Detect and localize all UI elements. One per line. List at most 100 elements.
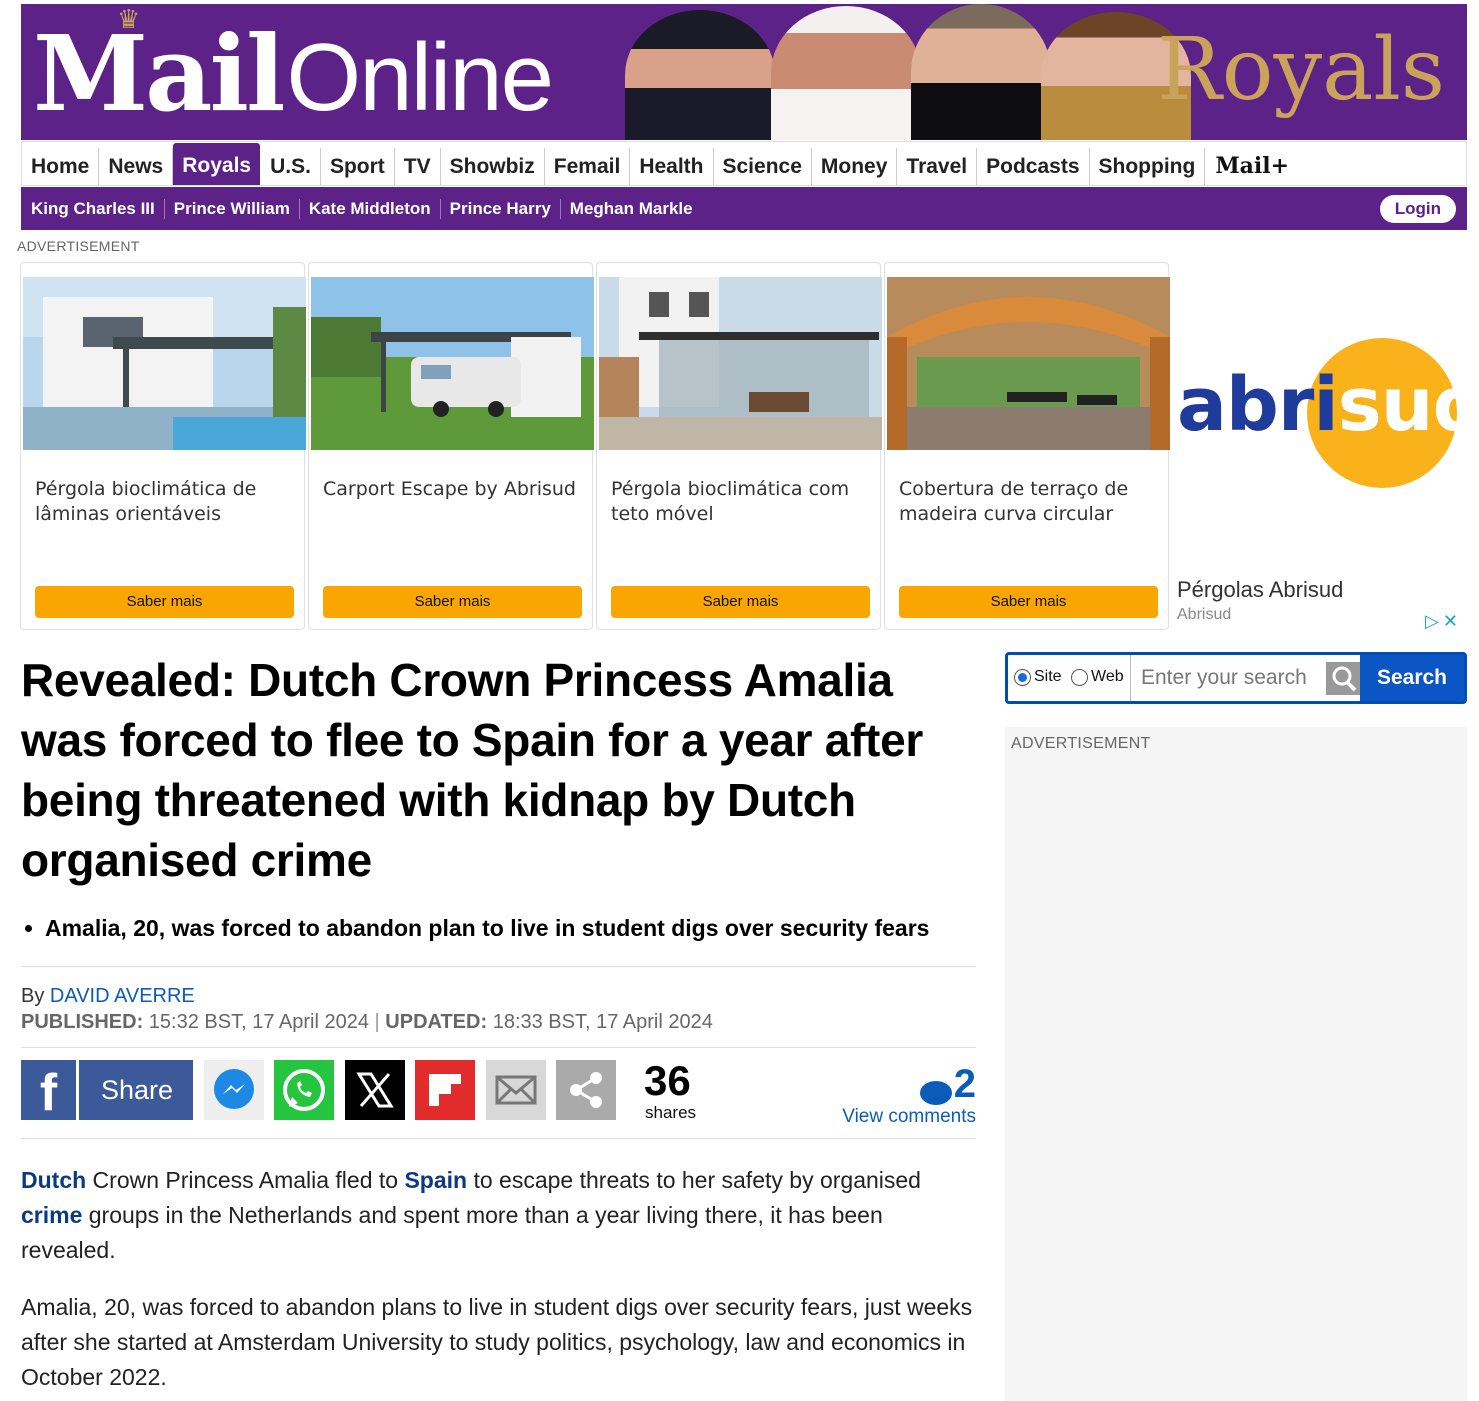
side-ad: ADVERTISEMENT xyxy=(1005,727,1467,1401)
nav-item-money[interactable]: Money xyxy=(812,148,898,185)
share-count: 36 xyxy=(644,1057,691,1104)
comment-bubble-icon xyxy=(919,1080,952,1105)
byline-by: By xyxy=(21,985,45,1007)
subnav-item-meghan-markle[interactable]: Meghan Markle xyxy=(561,199,702,219)
ad-image xyxy=(311,277,594,450)
adchoices-icon[interactable]: ▷✕ xyxy=(1425,611,1462,632)
share-count-label: shares xyxy=(645,1103,697,1122)
topic-link-dutch[interactable]: Dutch xyxy=(21,1167,86,1193)
article-summary: Amalia, 20, was forced to abandon plan t… xyxy=(21,912,981,944)
more-share-button[interactable] xyxy=(556,1060,616,1120)
mailonline-logo[interactable]: Mail Online xyxy=(33,12,554,135)
royals-photo-banner xyxy=(621,4,1191,140)
search-scope-site[interactable]: Site xyxy=(1014,668,1062,686)
ad-card-title: Cobertura de terraço de madeira curva ci… xyxy=(899,478,1129,525)
radio-selected-icon xyxy=(1014,668,1031,686)
author-link[interactable]: DAVID AVERRE xyxy=(50,985,195,1007)
ad-card[interactable]: Pérgola bioclimática com teto móvel Sabe… xyxy=(596,262,882,630)
facebook-share-label: Share xyxy=(101,1074,174,1105)
whatsapp-share-button[interactable] xyxy=(274,1060,334,1120)
facebook-icon: f xyxy=(21,1060,79,1122)
share-bar: f Share 36 shares 2 View comments xyxy=(21,1057,976,1127)
updated-label: UPDATED: xyxy=(385,1011,488,1033)
ad-card[interactable]: Carport Escape by Abrisud Saber mais xyxy=(308,262,594,630)
logo-online-text: Online xyxy=(286,24,554,131)
nav-item-travel[interactable]: Travel xyxy=(897,148,978,185)
ad-image xyxy=(23,277,306,450)
nav-item-tv[interactable]: TV xyxy=(395,148,441,185)
nav-item-mail-plus[interactable]: Mail+ xyxy=(1205,148,1299,185)
nav-item-royals[interactable]: Royals xyxy=(173,143,261,185)
subnav-item-kate-middleton[interactable]: Kate Middleton xyxy=(300,198,441,219)
page: ♛ Mail Online Royals Home News Royals U.S. S… xyxy=(0,0,1479,1401)
royal-portrait xyxy=(625,10,775,140)
ad-cta-button[interactable]: Saber mais xyxy=(323,586,582,618)
section-title: Royals xyxy=(1156,20,1445,120)
x-icon xyxy=(356,1072,394,1108)
divider xyxy=(21,966,976,967)
ad-side-advertiser: Abrisud xyxy=(1177,606,1232,623)
nav-item-science[interactable]: Science xyxy=(714,148,812,185)
topic-link-spain[interactable]: Spain xyxy=(404,1167,467,1193)
ad-card-title: Pérgola bioclimática com teto móvel xyxy=(611,478,850,525)
messenger-share-button[interactable] xyxy=(204,1060,264,1120)
summary-bullet: Amalia, 20, was forced to abandon plan t… xyxy=(21,912,981,944)
ad-label: ADVERTISEMENT xyxy=(17,238,140,254)
view-comments-link[interactable]: View comments xyxy=(842,1106,976,1128)
x-share-button[interactable] xyxy=(345,1060,405,1120)
email-icon xyxy=(495,1075,537,1105)
comment-count: 2 xyxy=(953,1062,976,1106)
radio-unselected-icon xyxy=(1071,668,1088,686)
nav-item-health[interactable]: Health xyxy=(630,148,714,185)
flipboard-icon xyxy=(429,1074,461,1106)
byline: By DAVID AVERRE xyxy=(21,983,195,1009)
search-icon[interactable] xyxy=(1326,662,1362,695)
messenger-icon xyxy=(214,1069,254,1109)
nav-item-home[interactable]: Home xyxy=(22,148,100,185)
published-label: PUBLISHED: xyxy=(21,1011,144,1033)
side-ad-label: ADVERTISEMENT xyxy=(1011,735,1151,752)
ad-cta-button[interactable]: Saber mais xyxy=(899,586,1158,618)
sub-nav: King Charles III Prince William Kate Middl… xyxy=(21,187,1467,230)
nav-item-showbiz[interactable]: Showbiz xyxy=(441,148,545,185)
nav-item-sport[interactable]: Sport xyxy=(321,148,395,185)
article-headline: Revealed: Dutch Crown Princess Amalia wa… xyxy=(21,654,923,886)
subnav-item-prince-harry[interactable]: Prince Harry xyxy=(441,198,561,219)
divider xyxy=(21,1138,976,1139)
masthead: ♛ Mail Online Royals xyxy=(21,4,1467,140)
main-nav: Home News Royals U.S. Sport TV Showbiz Femail He… xyxy=(21,141,1467,186)
nav-item-femail[interactable]: Femail xyxy=(545,148,631,185)
topic-link-crime[interactable]: crime xyxy=(21,1202,82,1228)
publish-dates: PUBLISHED: 15:32 BST, 17 April 2024 | UP… xyxy=(21,1011,713,1033)
nav-item-podcasts[interactable]: Podcasts xyxy=(977,148,1090,185)
ad-card[interactable]: Cobertura de terraço de madeira curva ci… xyxy=(884,262,1170,630)
email-share-button[interactable] xyxy=(486,1060,546,1120)
ad-side-title[interactable]: Pérgolas Abrisud xyxy=(1177,577,1343,603)
abrisud-logo[interactable]: abrisud xyxy=(1177,336,1479,488)
subnav-item-king-charles-iii[interactable]: King Charles III xyxy=(22,198,165,219)
ad-card-title: Carport Escape by Abrisud xyxy=(323,478,576,500)
ad-card[interactable]: Pérgola bioclimática de lâminas orientáv… xyxy=(20,262,306,630)
search-button[interactable]: Search xyxy=(1360,655,1464,701)
nav-item-shopping[interactable]: Shopping xyxy=(1090,148,1206,185)
share-icon xyxy=(570,1072,602,1108)
nav-item-u-s[interactable]: U.S. xyxy=(261,148,321,185)
article-paragraph: Amalia, 20, was forced to abandon plans … xyxy=(21,1294,973,1390)
ad-block: Pérgola bioclimática de lâminas orientáv… xyxy=(17,262,1479,632)
royal-portrait xyxy=(771,6,921,140)
whatsapp-icon xyxy=(283,1069,325,1111)
logo-mail-text: Mail xyxy=(33,12,286,135)
abrisud-logo-text: abrisud xyxy=(1177,362,1479,448)
ad-cta-button[interactable]: Saber mais xyxy=(611,586,870,618)
flipboard-share-button[interactable] xyxy=(415,1060,475,1120)
nav-item-news[interactable]: News xyxy=(99,148,174,185)
ad-card-title: Pérgola bioclimática de lâminas orientáv… xyxy=(35,478,257,525)
ad-cta-button[interactable]: Saber mais xyxy=(35,586,294,618)
comments-link[interactable]: 2 View comments xyxy=(842,1062,976,1128)
search-scope-web[interactable]: Web xyxy=(1071,668,1124,686)
facebook-share-button[interactable]: f Share xyxy=(21,1060,193,1122)
subnav-item-prince-william[interactable]: Prince William xyxy=(165,198,300,219)
sub-nav-items: King Charles III Prince William Kate Middl… xyxy=(22,198,702,219)
article-paragraph: Dutch Crown Princess Amalia fled to Spai… xyxy=(21,1167,921,1263)
login-button[interactable]: Login xyxy=(1379,195,1456,223)
